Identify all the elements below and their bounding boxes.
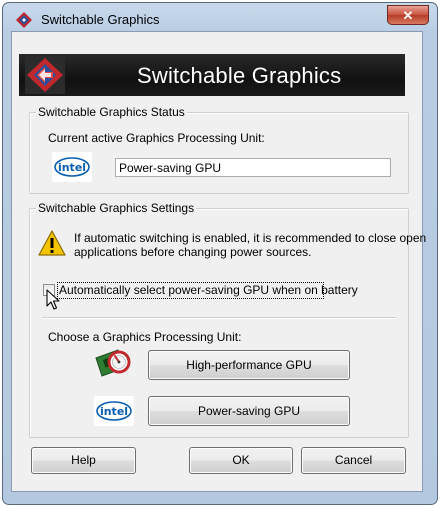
mouse-cursor-icon (46, 289, 60, 310)
high-performance-gpu-button[interactable]: High-performance GPU (148, 350, 350, 380)
close-button[interactable]: ✕ (387, 5, 429, 25)
intel-logo-icon: intel (52, 152, 92, 182)
warning-icon (38, 230, 66, 256)
intel-logo-text: intel (100, 405, 128, 418)
warning-text-line2: applications before changing power sourc… (74, 245, 312, 259)
window-title: Switchable Graphics (41, 12, 160, 27)
settings-separator (42, 317, 396, 319)
banner-title: Switchable Graphics (137, 63, 342, 88)
switchable-graphics-logo (25, 56, 65, 94)
current-gpu-label: Current active Graphics Processing Unit: (48, 131, 265, 145)
intel-logo-text: intel (58, 161, 86, 174)
switchable-graphics-app-icon (16, 12, 32, 28)
status-group-legend: Switchable Graphics Status (36, 105, 187, 119)
auto-select-label[interactable]: Automatically select power-saving GPU wh… (59, 283, 358, 297)
power-saving-gpu-button[interactable]: Power-saving GPU (148, 396, 350, 426)
choose-gpu-label: Choose a Graphics Processing Unit: (48, 330, 242, 344)
ok-button[interactable]: OK (189, 447, 293, 474)
header-banner: Switchable Graphics (19, 54, 405, 96)
help-button[interactable]: Help (31, 447, 136, 474)
current-gpu-field: Power-saving GPU (115, 158, 391, 177)
high-performance-gpu-icon (95, 349, 131, 377)
title-bar[interactable]: Switchable Graphics ✕ (3, 3, 437, 33)
warning-text-line1: If automatic switching is enabled, it is… (74, 231, 427, 245)
intel-logo-icon: intel (94, 396, 134, 426)
settings-group-legend: Switchable Graphics Settings (36, 201, 197, 215)
cancel-button[interactable]: Cancel (301, 447, 406, 474)
